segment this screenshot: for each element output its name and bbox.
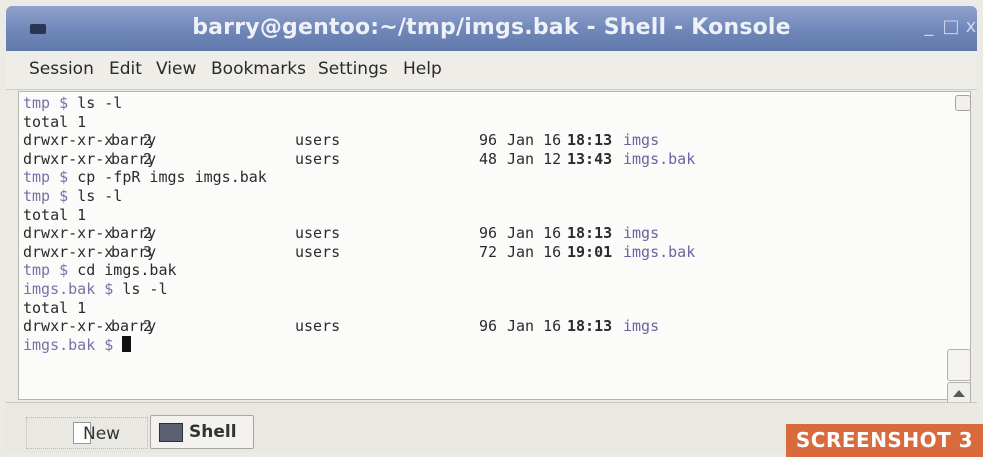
date: Jan 16 (507, 317, 562, 336)
prompt-line: imgs.bak $ ls -l (23, 280, 168, 298)
size: 96 (479, 131, 498, 150)
menu-bar: Session Edit View Bookmarks Settings Hel… (6, 51, 977, 90)
shell-prompt: tmp $ (23, 187, 78, 205)
menu-view[interactable]: View (156, 59, 196, 79)
shell-prompt: imgs.bak $ (23, 335, 123, 354)
group: users (295, 242, 341, 261)
permissions: drwxr-xr-x (23, 131, 114, 150)
output-line: total 1 (23, 112, 87, 131)
permissions: drwxr-xr-x (23, 242, 114, 261)
permissions: drwxr-xr-x (23, 317, 114, 336)
date: Jan 12 (507, 149, 562, 168)
command-text: ls -l (77, 187, 123, 205)
prompt-line: tmp $ ls -l (23, 187, 122, 205)
group: users (295, 224, 341, 243)
menu-settings[interactable]: Settings (318, 59, 388, 79)
terminal-icon (159, 423, 183, 442)
tab-shell-label: Shell (189, 422, 237, 442)
owner: barry (111, 224, 157, 243)
shell-prompt: tmp $ (23, 261, 78, 280)
menu-session[interactable]: Session (29, 59, 94, 79)
command-text: ls -l (122, 280, 168, 298)
permissions: drwxr-xr-x (23, 224, 114, 243)
group: users (295, 317, 341, 336)
konsole-window: barry@gentoo:~/tmp/imgs.bak - Shell - Ko… (0, 0, 983, 457)
date: Jan 16 (507, 131, 562, 150)
title-bar[interactable]: barry@gentoo:~/tmp/imgs.bak - Shell - Ko… (6, 6, 977, 51)
scroll-up-arrow-icon[interactable] (953, 390, 965, 397)
shell-prompt: tmp $ (23, 94, 78, 112)
close-button[interactable]: x (960, 16, 982, 38)
menu-edit[interactable]: Edit (109, 59, 142, 79)
owner: barry (111, 242, 157, 261)
owner: barry (111, 149, 157, 168)
date: Jan 16 (507, 224, 562, 243)
prompt-line: tmp $ cp -fpR imgs imgs.bak (23, 168, 267, 186)
time: 18:13 (567, 131, 613, 150)
filename: imgs (623, 131, 660, 150)
command-text: ls -l (77, 94, 123, 112)
shell-prompt: imgs.bak $ (23, 280, 123, 298)
time: 18:13 (567, 317, 613, 336)
size: 96 (479, 317, 498, 336)
minimize-button[interactable]: _ (918, 16, 940, 38)
time: 19:01 (567, 242, 613, 261)
menu-help[interactable]: Help (403, 59, 442, 79)
filename: imgs.bak (623, 149, 696, 168)
new-tab-label: New (83, 424, 121, 444)
shell-prompt: tmp $ (23, 168, 78, 187)
group: users (295, 131, 341, 150)
tab-shell[interactable]: Shell (150, 415, 254, 449)
scroll-top-button[interactable] (955, 95, 971, 111)
scrollbar-thumb[interactable] (947, 349, 971, 381)
size: 48 (479, 149, 498, 168)
owner: barry (111, 131, 157, 150)
screenshot-badge: SCREENSHOT 3 (786, 424, 983, 457)
time: 18:13 (567, 224, 613, 243)
new-tab-button[interactable]: New (26, 417, 148, 449)
group: users (295, 149, 341, 168)
filename: imgs (623, 317, 660, 336)
filename: imgs (623, 224, 660, 243)
prompt-line: tmp $ ls -l (23, 94, 122, 112)
time: 13:43 (567, 149, 613, 168)
output-line: total 1 (23, 298, 87, 317)
output-line: total 1 (23, 205, 87, 224)
command-text: cd imgs.bak (77, 261, 177, 280)
filename: imgs.bak (623, 242, 696, 261)
window-title: barry@gentoo:~/tmp/imgs.bak - Shell - Ko… (192, 15, 791, 40)
prompt-line: imgs.bak $ (23, 335, 132, 354)
text-cursor (122, 335, 132, 352)
size: 96 (479, 224, 498, 243)
terminal-output[interactable]: tmp $ ls -l total 1 drwxr-xr-x 2 barry users 9… (18, 91, 971, 400)
maximize-button[interactable]: □ (940, 16, 962, 38)
prompt-line: tmp $ cd imgs.bak (23, 261, 177, 279)
date: Jan 16 (507, 242, 562, 261)
permissions: drwxr-xr-x (23, 149, 114, 168)
size: 72 (479, 242, 498, 261)
menu-bookmarks[interactable]: Bookmarks (211, 59, 306, 79)
command-text: cp -fpR imgs imgs.bak (77, 168, 267, 187)
owner: barry (111, 317, 157, 336)
